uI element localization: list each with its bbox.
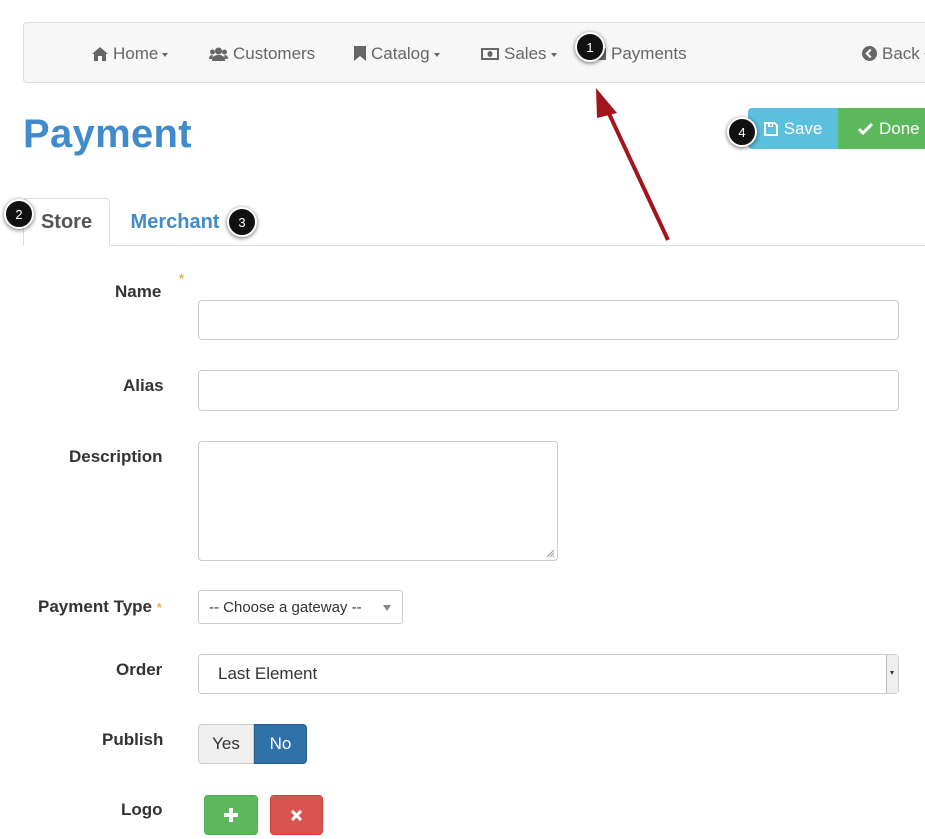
- callout-marker: 4: [727, 117, 757, 147]
- callout-marker: 1: [575, 32, 605, 62]
- callout-marker: 3: [227, 207, 257, 237]
- annotation-arrow: [596, 88, 670, 241]
- callout-marker: 2: [4, 199, 34, 229]
